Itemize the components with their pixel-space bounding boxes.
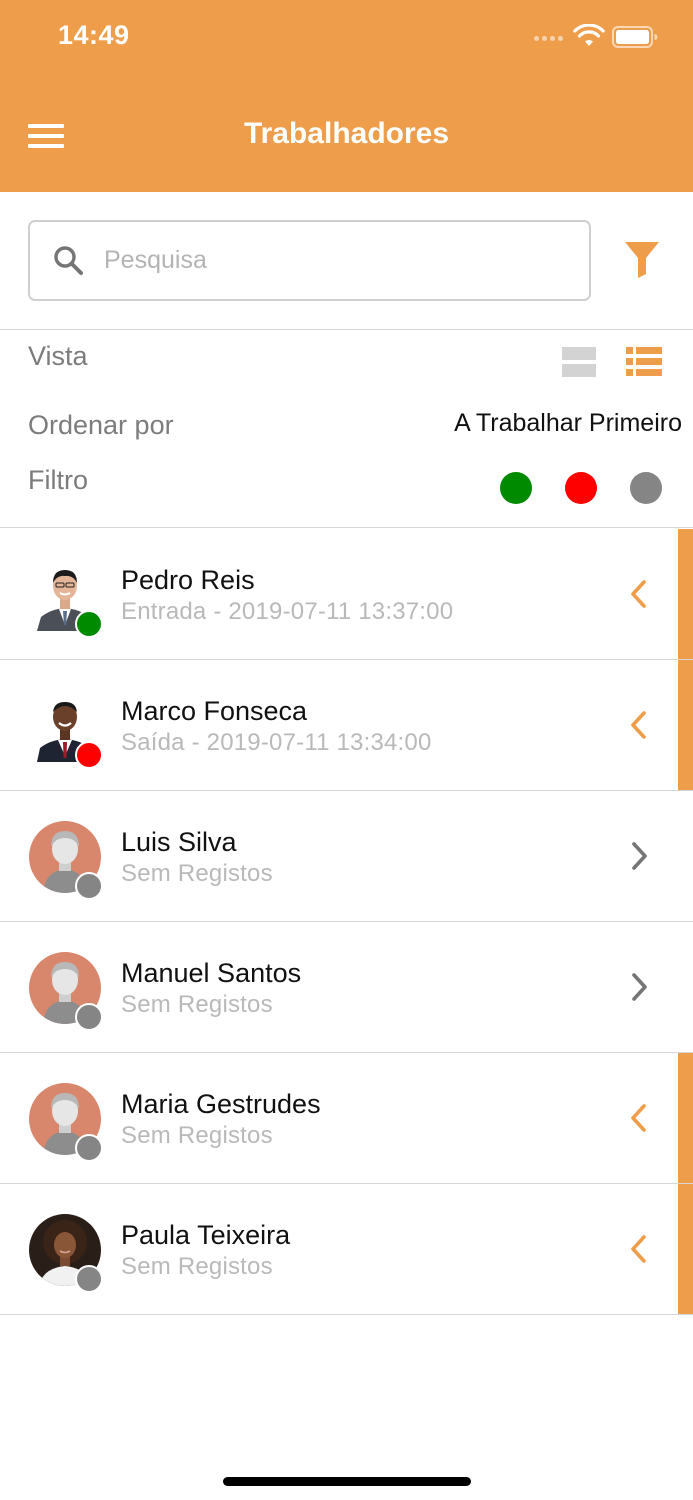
filter-icon[interactable]	[622, 238, 662, 280]
page-title: Trabalhadores	[243, 117, 450, 150]
worker-name: Luis Silva	[121, 827, 237, 857]
view-label: Vista	[28, 341, 88, 371]
worker-name: Marco Fonseca	[121, 696, 308, 726]
card-view-icon[interactable]	[562, 346, 596, 379]
search-icon	[54, 246, 83, 275]
divider	[0, 329, 693, 330]
chevron-left-icon[interactable]	[625, 1101, 653, 1135]
worker-row[interactable]: Paula Teixeira Sem Registos	[0, 1184, 693, 1315]
worker-row[interactable]: Pedro Reis Entrada - 2019-07-11 13:37:00	[0, 529, 693, 660]
worker-last-record: Sem Registos	[121, 1122, 273, 1149]
status-dot	[75, 872, 103, 900]
battery-icon	[612, 26, 658, 48]
status-dot	[75, 1003, 103, 1031]
worker-name: Maria Gestrudes	[121, 1089, 321, 1119]
worker-last-record: Saída - 2019-07-11 13:34:00	[121, 729, 432, 756]
chevron-right-icon[interactable]	[625, 839, 653, 873]
worker-name: Paula Teixeira	[121, 1220, 291, 1250]
worker-row[interactable]: Manuel Santos Sem Registos	[0, 922, 693, 1053]
status-dot	[75, 610, 103, 638]
list-view-icon[interactable]	[626, 346, 662, 378]
worker-row[interactable]: Marco Fonseca Saída - 2019-07-11 13:34:00	[0, 660, 693, 791]
filter-working-dot[interactable]	[500, 472, 532, 504]
worker-row[interactable]: Luis Silva Sem Registos	[0, 791, 693, 922]
chevron-right-icon[interactable]	[625, 970, 653, 1004]
filter-none-dot[interactable]	[630, 472, 662, 504]
chevron-left-icon[interactable]	[625, 1232, 653, 1266]
chevron-left-icon[interactable]	[625, 577, 653, 611]
status-dot	[75, 741, 103, 769]
app-header: 14:49 Trabalhadores	[0, 0, 693, 192]
wifi-icon	[573, 24, 605, 46]
cellular-signal-icon	[534, 36, 563, 41]
home-indicator	[223, 1477, 471, 1486]
row-divider	[0, 1314, 693, 1315]
worker-row[interactable]: Maria Gestrudes Sem Registos	[0, 1053, 693, 1184]
swipe-action-handle[interactable]	[678, 529, 693, 659]
divider	[0, 527, 693, 528]
swipe-action-handle[interactable]	[678, 1184, 693, 1314]
worker-last-record: Entrada - 2019-07-11 13:37:00	[121, 598, 454, 625]
filter-label: Filtro	[28, 465, 88, 495]
chevron-left-icon[interactable]	[625, 708, 653, 742]
status-dot	[75, 1265, 103, 1293]
swipe-action-handle[interactable]	[678, 1053, 693, 1183]
status-dot	[75, 1134, 103, 1162]
swipe-action-handle[interactable]	[678, 660, 693, 790]
worker-name: Pedro Reis	[121, 565, 255, 595]
worker-name: Manuel Santos	[121, 958, 302, 988]
search-field[interactable]	[28, 220, 591, 301]
worker-last-record: Sem Registos	[121, 1253, 273, 1280]
worker-last-record: Sem Registos	[121, 991, 273, 1018]
status-time: 14:49	[58, 20, 130, 50]
sort-label: Ordenar por	[28, 410, 174, 440]
sort-select[interactable]: A Trabalhar Primeiro	[454, 409, 682, 438]
worker-last-record: Sem Registos	[121, 860, 273, 887]
filter-out-dot[interactable]	[565, 472, 597, 504]
search-input[interactable]	[104, 240, 564, 280]
